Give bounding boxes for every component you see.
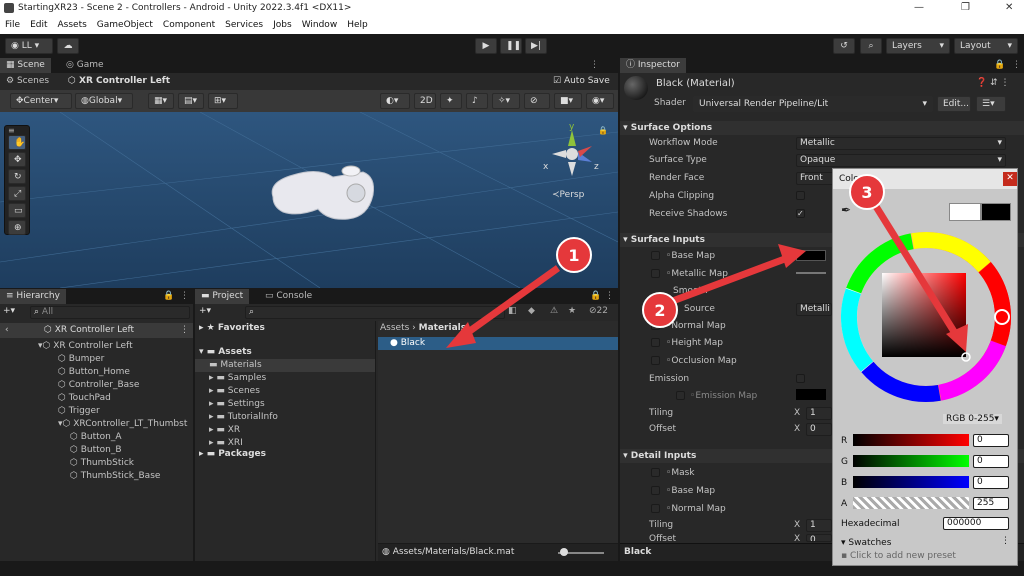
callout-3-text: 3 bbox=[861, 183, 872, 202]
arrow-2-head bbox=[778, 244, 806, 268]
callout-2-text: 2 bbox=[654, 301, 665, 320]
callout-1-text: 1 bbox=[568, 246, 579, 265]
arrow-1 bbox=[457, 265, 561, 341]
arrow-2 bbox=[668, 253, 792, 306]
arrow-3 bbox=[869, 198, 961, 340]
tutorial-annotations: 1 2 3 bbox=[446, 174, 968, 352]
